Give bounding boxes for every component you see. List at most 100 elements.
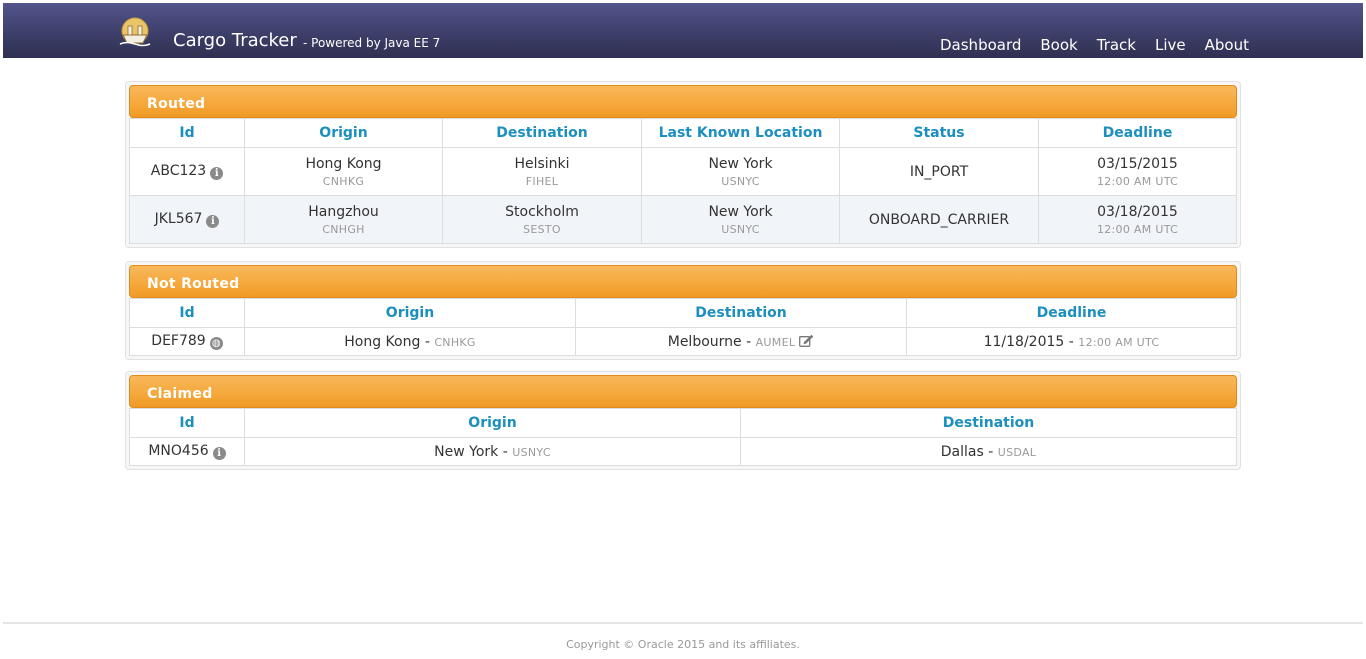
not-routed-panel-title: Not Routed [129,265,1237,298]
column-header-destination: Destination [442,118,642,148]
deadline-date: 03/18/2015 [1097,203,1178,220]
not-routed-panel: Not Routed Id Origin Destination Deadlin… [125,261,1241,360]
column-header-origin: Origin [244,298,576,328]
column-header-id: Id [129,118,245,148]
cargo-id: JKL567 [154,211,203,227]
destination-code: FIHEL [525,174,559,188]
column-header-status: Status [839,118,1039,148]
app-title[interactable]: Cargo Tracker [173,30,297,51]
status-cell: IN_PORT [839,147,1039,196]
column-header-last-known-location: Last Known Location [641,118,840,148]
deadline-cell: 03/18/2015 12:00 AM UTC [1038,195,1237,244]
destination-code: AUMEL [755,335,796,349]
column-header-destination: Destination [740,408,1237,438]
info-icon[interactable]: i [212,447,226,460]
edit-icon[interactable] [799,334,814,347]
origin-code: USNYC [512,445,551,459]
footer-divider [3,622,1363,624]
destination-name: Stockholm [505,203,579,220]
globe-icon[interactable]: ◍ [209,337,223,350]
table-row: MNO456 i New York - USNYC Dallas - USDAL [129,437,1237,466]
separator: - [746,333,752,350]
column-header-destination: Destination [575,298,907,328]
separator: - [1068,333,1074,350]
table-header-row: Id Origin Destination Last Known Locatio… [129,118,1237,148]
separator: - [502,443,508,460]
routed-table: Id Origin Destination Last Known Locatio… [129,118,1237,244]
deadline-cell: 11/18/2015 - 12:00 AM UTC [906,327,1237,356]
origin-code: CNHGH [322,222,365,236]
table-row: DEF789 ◍ Hong Kong - CNHKG Melbourne - AU… [129,327,1237,356]
deadline-time: 12:00 AM UTC [1078,335,1160,349]
origin-name: Hangzhou [308,203,379,220]
nav-live[interactable]: Live [1155,36,1186,54]
nav-dashboard[interactable]: Dashboard [940,36,1021,54]
deadline-date: 03/15/2015 [1097,155,1178,172]
location-cell: New York USNYC [641,195,840,244]
ship-logo-icon[interactable] [118,17,153,49]
cargo-id: MNO456 [148,443,209,459]
origin-code: CNHKG [434,335,476,349]
location-cell: New York USNYC [641,147,840,196]
claimed-table: Id Origin Destination MNO456 i New York -… [129,408,1237,466]
location-name: New York [708,155,773,172]
cargo-id: ABC123 [150,163,207,179]
destination-cell: Melbourne - AUMEL [575,327,907,356]
location-code: USNYC [721,174,760,188]
table-row: ABC123 i Hong Kong CNHKG Helsinki FIHEL New… [129,147,1237,196]
deadline-date: 11/18/2015 [983,333,1065,350]
table-header-row: Id Origin Destination [129,408,1237,438]
column-header-deadline: Deadline [906,298,1237,328]
column-header-id: Id [129,408,245,438]
column-header-origin: Origin [244,118,443,148]
column-header-deadline: Deadline [1038,118,1237,148]
origin-cell: Hong Kong CNHKG [244,147,443,196]
separator: - [988,443,994,460]
nav-about[interactable]: About [1205,36,1249,54]
destination-code: USDAL [997,445,1037,459]
cargo-id-cell: JKL567 i [129,195,245,244]
deadline-time: 12:00 AM UTC [1096,174,1179,188]
nav-track[interactable]: Track [1097,36,1136,54]
routed-panel: Routed Id Origin Destination Last Known … [125,81,1241,248]
destination-name: Melbourne [667,333,742,350]
origin-code: CNHKG [322,174,365,188]
cargo-id-cell: DEF789 ◍ [129,327,245,356]
destination-cell: Dallas - USDAL [740,437,1237,466]
app-subtitle: - Powered by Java EE 7 [303,36,441,50]
cargo-id-cell: MNO456 i [129,437,245,466]
nav-book[interactable]: Book [1040,36,1077,54]
info-icon[interactable]: i [206,215,220,228]
table-header-row: Id Origin Destination Deadline [129,298,1237,328]
top-navbar: Cargo Tracker - Powered by Java EE 7 Das… [3,3,1363,58]
column-header-id: Id [129,298,245,328]
origin-name: Hong Kong [305,155,382,172]
status-cell: ONBOARD_CARRIER [839,195,1039,244]
footer-copyright: Copyright © Oracle 2015 and its affiliat… [566,638,800,651]
location-code: USNYC [721,222,760,236]
origin-cell: Hangzhou CNHGH [244,195,443,244]
origin-name: Hong Kong [344,333,421,350]
origin-cell: New York - USNYC [244,437,741,466]
main-nav: Dashboard Book Track Live About [921,36,1249,54]
column-header-origin: Origin [244,408,741,438]
cargo-id: DEF789 [151,333,206,349]
separator: - [424,333,430,350]
location-name: New York [708,203,773,220]
info-icon[interactable]: i [210,167,224,180]
deadline-cell: 03/15/2015 12:00 AM UTC [1038,147,1237,196]
claimed-panel: Claimed Id Origin Destination MNO456 i Ne… [125,371,1241,470]
cargo-id-cell: ABC123 i [129,147,245,196]
origin-cell: Hong Kong - CNHKG [244,327,576,356]
destination-cell: Helsinki FIHEL [442,147,642,196]
destination-name: Dallas [940,443,984,460]
table-row: JKL567 i Hangzhou CNHGH Stockholm SESTO New… [129,195,1237,244]
destination-cell: Stockholm SESTO [442,195,642,244]
routed-panel-title: Routed [129,85,1237,118]
deadline-time: 12:00 AM UTC [1096,222,1179,236]
destination-name: Helsinki [514,155,570,172]
origin-name: New York [434,443,499,460]
not-routed-table: Id Origin Destination Deadline DEF789 ◍ H… [129,298,1237,356]
destination-code: SESTO [523,222,561,236]
claimed-panel-title: Claimed [129,375,1237,408]
